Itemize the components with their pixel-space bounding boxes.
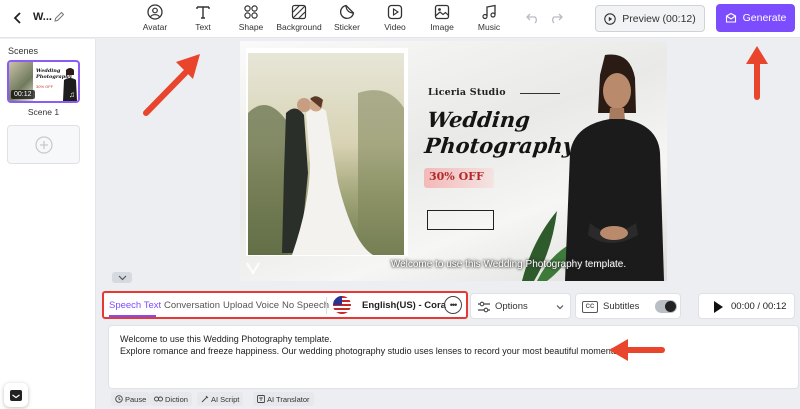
tool-sticker-label: Sticker xyxy=(334,22,360,32)
arrow-to-generate xyxy=(746,46,768,100)
pause-button[interactable]: Pause xyxy=(111,392,151,406)
scene-canvas[interactable]: Liceria Studio Wedding Photography 30% O… xyxy=(240,41,667,281)
tool-background-label: Background xyxy=(276,22,322,32)
video-icon xyxy=(386,3,404,21)
tab-divider xyxy=(326,297,327,314)
scene-label: Scene 1 xyxy=(27,107,60,117)
subtitles-label: Subtitles xyxy=(603,301,640,312)
scenes-title: Scenes xyxy=(8,46,39,56)
tool-image-label: Image xyxy=(430,22,454,32)
arrow-to-text-tool xyxy=(143,54,200,116)
generate-icon xyxy=(725,12,736,23)
redo-icon xyxy=(552,13,563,24)
top-toolbar: W... Avatar Text Shape Background Sticke… xyxy=(0,0,800,38)
diction-button[interactable]: Diction xyxy=(150,392,192,406)
closed-captions-icon: CC xyxy=(582,301,598,313)
tool-music[interactable]: Music xyxy=(465,3,513,35)
tool-text-label: Text xyxy=(195,22,211,32)
subtitles-control: CC Subtitles xyxy=(575,293,681,319)
chevron-down-icon xyxy=(118,275,126,280)
promo-text[interactable]: 30% OFF xyxy=(429,170,484,183)
us-flag-icon xyxy=(333,296,351,314)
pause-label: Pause xyxy=(125,394,147,404)
studio-name[interactable]: Liceria Studio xyxy=(428,87,506,98)
tool-video-label: Video xyxy=(384,22,406,32)
speech-tabs-bar: Speech Text Conversation Upload Voice No… xyxy=(102,291,468,319)
generate-button[interactable]: Generate xyxy=(716,4,795,32)
ai-translator-button[interactable]: AI Translator xyxy=(253,392,314,406)
add-scene-button[interactable] xyxy=(7,125,80,164)
sticker-icon xyxy=(338,3,356,21)
chevron-down-icon xyxy=(556,305,564,310)
options-label: Options xyxy=(495,301,528,312)
tool-text[interactable]: Text xyxy=(179,3,227,35)
redo-button[interactable] xyxy=(548,11,564,25)
ai-script-label: AI Script xyxy=(211,394,240,404)
pencil-icon xyxy=(54,11,65,22)
shape-icon xyxy=(242,3,260,21)
image-icon xyxy=(433,3,451,21)
help-button[interactable] xyxy=(4,383,28,407)
options-dropdown[interactable]: Options xyxy=(470,293,571,319)
tool-shape-label: Shape xyxy=(238,22,264,32)
chevron-left-icon xyxy=(13,12,21,24)
scene-duration: 00:12 xyxy=(11,90,35,99)
tab-speech-text[interactable]: Speech Text xyxy=(109,300,161,311)
play-icon[interactable] xyxy=(714,301,723,313)
thumb-promo: 30% OFF xyxy=(36,84,54,89)
project-name[interactable]: W... xyxy=(33,11,52,23)
ai-script-icon xyxy=(201,395,209,403)
diction-label: Diction xyxy=(165,394,188,404)
diction-icon xyxy=(154,396,163,402)
generate-label: Generate xyxy=(742,12,787,24)
tool-avatar[interactable]: Avatar xyxy=(131,3,179,35)
tab-upload-voice[interactable]: Upload Voice xyxy=(223,300,279,311)
preview-button[interactable]: Preview (00:12) xyxy=(595,5,705,32)
clock-icon xyxy=(115,395,123,403)
music-icon xyxy=(480,3,498,21)
tab-no-speech[interactable]: No Speech xyxy=(282,300,329,311)
avatar-icon xyxy=(146,3,164,21)
tool-sticker[interactable]: Sticker xyxy=(323,3,371,35)
scenes-panel: Scenes Wedding Photography 30% OFF 00:12 … xyxy=(0,39,96,409)
more-options-icon[interactable]: ••• xyxy=(444,296,462,314)
undo-icon xyxy=(526,13,537,24)
tab-conversation[interactable]: Conversation xyxy=(164,300,220,311)
audio-player: 00:00 / 00:12 xyxy=(698,293,795,319)
collapse-panel-button[interactable] xyxy=(112,272,132,283)
scene-thumbnail[interactable]: Wedding Photography 30% OFF 00:12 ♫ xyxy=(7,60,80,103)
plus-circle-icon xyxy=(34,135,53,154)
speech-text-input[interactable]: Welcome to use this Wedding Photography … xyxy=(108,325,799,389)
inbox-icon xyxy=(10,389,22,401)
avatar-presenter[interactable] xyxy=(550,53,667,281)
sliders-icon xyxy=(478,301,490,313)
text-icon xyxy=(194,3,212,21)
caption-subtitle: Welcome to use this Wedding Photography … xyxy=(390,259,627,270)
tool-background[interactable]: Background xyxy=(275,3,323,35)
translate-icon xyxy=(257,395,265,403)
tool-shape[interactable]: Shape xyxy=(227,3,275,35)
music-note-icon: ♫ xyxy=(69,90,75,99)
player-time: 00:00 / 00:12 xyxy=(731,301,787,312)
voice-selector[interactable]: English(US) - Cora xyxy=(362,300,446,311)
background-icon xyxy=(290,3,308,21)
tool-image[interactable]: Image xyxy=(418,3,466,35)
speech-line-1: Welcome to use this Wedding Photography … xyxy=(120,334,332,344)
tool-video[interactable]: Video xyxy=(371,3,419,35)
edit-name-button[interactable] xyxy=(51,9,67,25)
ai-script-button[interactable]: AI Script xyxy=(197,392,244,406)
preview-label: Preview (00:12) xyxy=(622,12,696,25)
promo-button-shape[interactable] xyxy=(427,210,494,230)
wedding-photo[interactable] xyxy=(248,53,404,255)
speech-line-2: Explore romance and freeze happiness. Ou… xyxy=(120,346,621,356)
back-button[interactable] xyxy=(8,8,28,28)
play-circle-icon xyxy=(604,12,616,25)
subtitles-toggle[interactable] xyxy=(655,300,677,313)
toggle-knob xyxy=(665,301,676,312)
ai-translator-label: AI Translator xyxy=(267,394,310,404)
tool-music-label: Music xyxy=(477,22,501,32)
undo-button[interactable] xyxy=(525,11,541,25)
active-tab-indicator xyxy=(109,315,156,317)
tool-avatar-label: Avatar xyxy=(142,22,168,32)
